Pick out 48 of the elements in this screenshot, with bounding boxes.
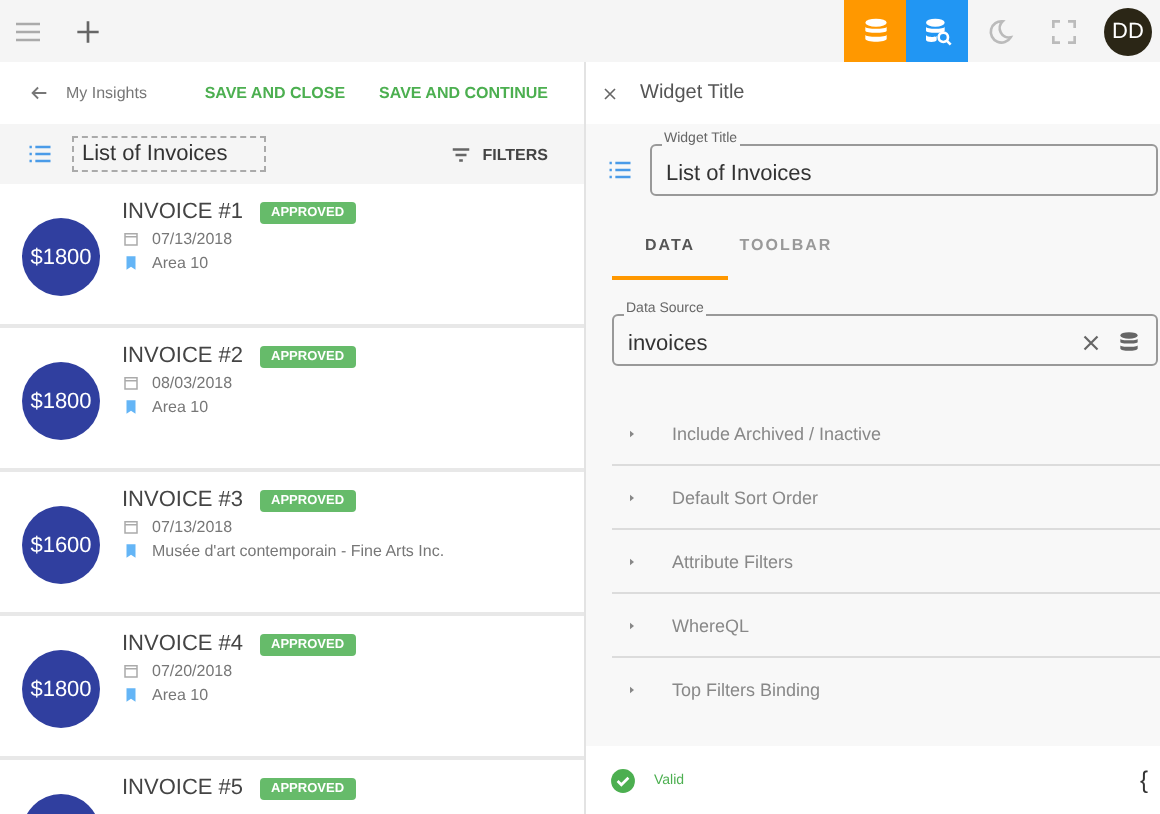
panel-title: Widget Title	[640, 82, 745, 104]
code-toggle[interactable]: {	[1139, 766, 1148, 794]
data-source-field[interactable]: invoices	[612, 314, 1158, 366]
moon-icon	[984, 15, 1016, 47]
back-link[interactable]: My Insights	[28, 82, 147, 104]
invoice-title: INVOICE #4	[122, 632, 244, 656]
calendar-icon	[122, 518, 140, 536]
calendar-icon	[122, 374, 140, 392]
tab[interactable]: DATA	[612, 230, 728, 280]
title-field[interactable]: List of Invoices	[72, 136, 266, 172]
amount-circle: $1800	[22, 362, 100, 440]
invoice-date: 08/03/2018	[152, 374, 233, 392]
invoice-date: 07/20/2018	[152, 662, 233, 680]
list-icon	[606, 156, 634, 184]
filter-icon	[450, 143, 473, 165]
widget-title-field[interactable]: List of Invoices	[650, 144, 1158, 196]
filters-button[interactable]: FILTERS	[450, 143, 548, 165]
user-avatar[interactable]: DD	[1104, 7, 1152, 55]
database-icon	[859, 15, 891, 47]
amount-circle: $1800	[22, 650, 100, 728]
invoice-title: INVOICE #2	[122, 344, 244, 368]
invoice-date: 07/13/2018	[152, 230, 233, 248]
bookmark-icon	[122, 254, 140, 272]
database-icon[interactable]	[1116, 330, 1142, 356]
bookmark-icon	[122, 542, 140, 560]
invoice-location: Area 10	[152, 254, 209, 272]
bookmark-icon	[122, 398, 140, 416]
plus-icon[interactable]	[72, 15, 104, 47]
back-arrow-icon	[28, 82, 50, 104]
amount-circle: $1600	[22, 506, 100, 584]
fullscreen-icon	[1048, 15, 1080, 47]
database-search-button[interactable]	[906, 0, 968, 62]
clear-icon[interactable]	[1078, 330, 1104, 356]
invoice-title: INVOICE #3	[122, 488, 244, 512]
database-search-icon	[921, 15, 953, 47]
bookmark-icon	[122, 686, 140, 704]
calendar-icon	[122, 662, 140, 680]
list-icon	[26, 140, 54, 168]
amount-circle: $1800	[22, 218, 100, 296]
invoice-location: Area 10	[152, 398, 209, 416]
invoice-title: INVOICE #5	[122, 776, 244, 800]
invoice-location: Area 10	[152, 686, 209, 704]
calendar-icon	[122, 230, 140, 248]
invoice-date: 07/13/2018	[152, 518, 233, 536]
database-button[interactable]	[844, 0, 906, 62]
invoice-location: Musée d'art contemporain - Fine Arts Inc.	[152, 542, 445, 560]
close-icon[interactable]	[600, 83, 620, 103]
invoice-title: INVOICE #1	[122, 200, 244, 224]
